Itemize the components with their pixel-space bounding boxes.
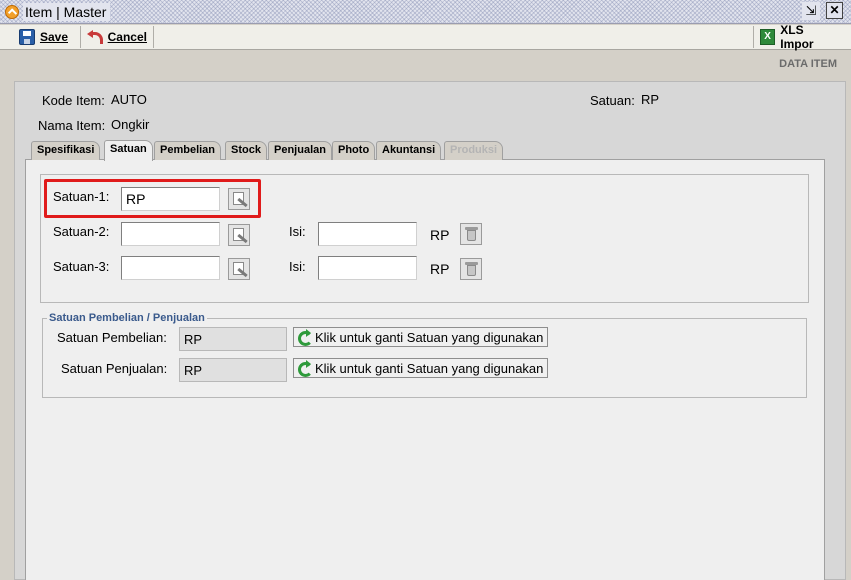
ganti-satuan-pembelian-label: Klik untuk ganti Satuan yang digunakan xyxy=(315,329,544,345)
refresh-icon xyxy=(296,329,313,346)
tab-satuan[interactable]: Satuan xyxy=(104,140,153,161)
isi2-label: Isi: xyxy=(289,224,306,239)
excel-icon: X xyxy=(760,29,776,45)
xls-import-label: XLS Impor xyxy=(780,23,814,51)
satuan2-delete-button[interactable] xyxy=(460,223,482,245)
satuan2-pick-button[interactable] xyxy=(228,224,250,246)
trash-icon xyxy=(467,265,476,276)
cancel-button[interactable]: Cancel xyxy=(80,26,154,48)
tab-photo[interactable]: Photo xyxy=(332,141,376,160)
nama-item-label: Nama Item: xyxy=(38,118,106,133)
tab-akuntansi[interactable]: Akuntansi xyxy=(376,141,442,160)
isi3-input[interactable] xyxy=(318,256,417,280)
section-title: DATA ITEM xyxy=(779,58,837,70)
tab-penjualan[interactable]: Penjualan xyxy=(268,141,332,160)
satuan-penjualan-value: RP xyxy=(179,358,287,382)
highlight-box xyxy=(44,179,261,218)
tab-stock[interactable]: Stock xyxy=(225,141,267,160)
tab-pembelian[interactable]: Pembelian xyxy=(154,141,222,160)
nama-item-value: Ongkir xyxy=(111,117,150,132)
trash-icon xyxy=(467,230,476,241)
satuan3-pick-button[interactable] xyxy=(228,258,250,280)
satuan-pembelian-label: Satuan Pembelian: xyxy=(57,330,167,345)
save-label: Save xyxy=(39,30,68,44)
satuan3-label: Satuan-3: xyxy=(53,259,110,274)
ganti-satuan-penjualan-button[interactable]: Klik untuk ganti Satuan yang digunakan xyxy=(293,358,549,378)
window-title: Item | Master xyxy=(23,3,111,21)
kode-item-label: Kode Item: xyxy=(42,93,105,108)
window-titlebar: Item | Master ⇲ ✕ xyxy=(0,0,851,24)
save-button[interactable]: Save xyxy=(13,26,74,48)
ganti-satuan-pembelian-button[interactable]: Klik untuk ganti Satuan yang digunakan xyxy=(293,327,549,347)
isi2-input[interactable] xyxy=(318,222,417,246)
satuan-label: Satuan: xyxy=(590,93,635,108)
ganti-satuan-penjualan-label: Klik untuk ganti Satuan yang digunakan xyxy=(315,360,544,376)
close-icon[interactable]: ✕ xyxy=(826,2,843,19)
undo-arrow-icon xyxy=(87,29,103,45)
toolbar: Save Cancel X XLS Impor xyxy=(0,23,851,51)
satuan-value: RP xyxy=(641,92,660,107)
isi3-label: Isi: xyxy=(289,259,306,274)
refresh-icon xyxy=(296,360,313,377)
cancel-label: Cancel xyxy=(107,30,147,44)
satuan-pembelian-value: RP xyxy=(179,327,287,351)
isi3-unit: RP xyxy=(430,261,450,277)
tab-spesifikasi[interactable]: Spesifikasi xyxy=(31,141,101,160)
satuan2-input[interactable] xyxy=(121,222,220,246)
app-icon xyxy=(5,5,19,19)
group-title: Satuan Pembelian / Penjualan xyxy=(47,312,207,324)
satuan2-label: Satuan-2: xyxy=(53,224,110,239)
kode-item-value: AUTO xyxy=(111,92,147,107)
satuan-penjualan-label: Satuan Penjualan: xyxy=(61,361,168,376)
tab-produksi: Produksi xyxy=(444,141,504,160)
satuan3-input[interactable] xyxy=(121,256,220,280)
xls-import-button[interactable]: X XLS Impor xyxy=(753,23,843,51)
floppy-disk-icon xyxy=(19,29,35,45)
satuan3-delete-button[interactable] xyxy=(460,258,482,280)
restore-icon[interactable]: ⇲ xyxy=(802,2,820,20)
isi2-unit: RP xyxy=(430,227,450,243)
